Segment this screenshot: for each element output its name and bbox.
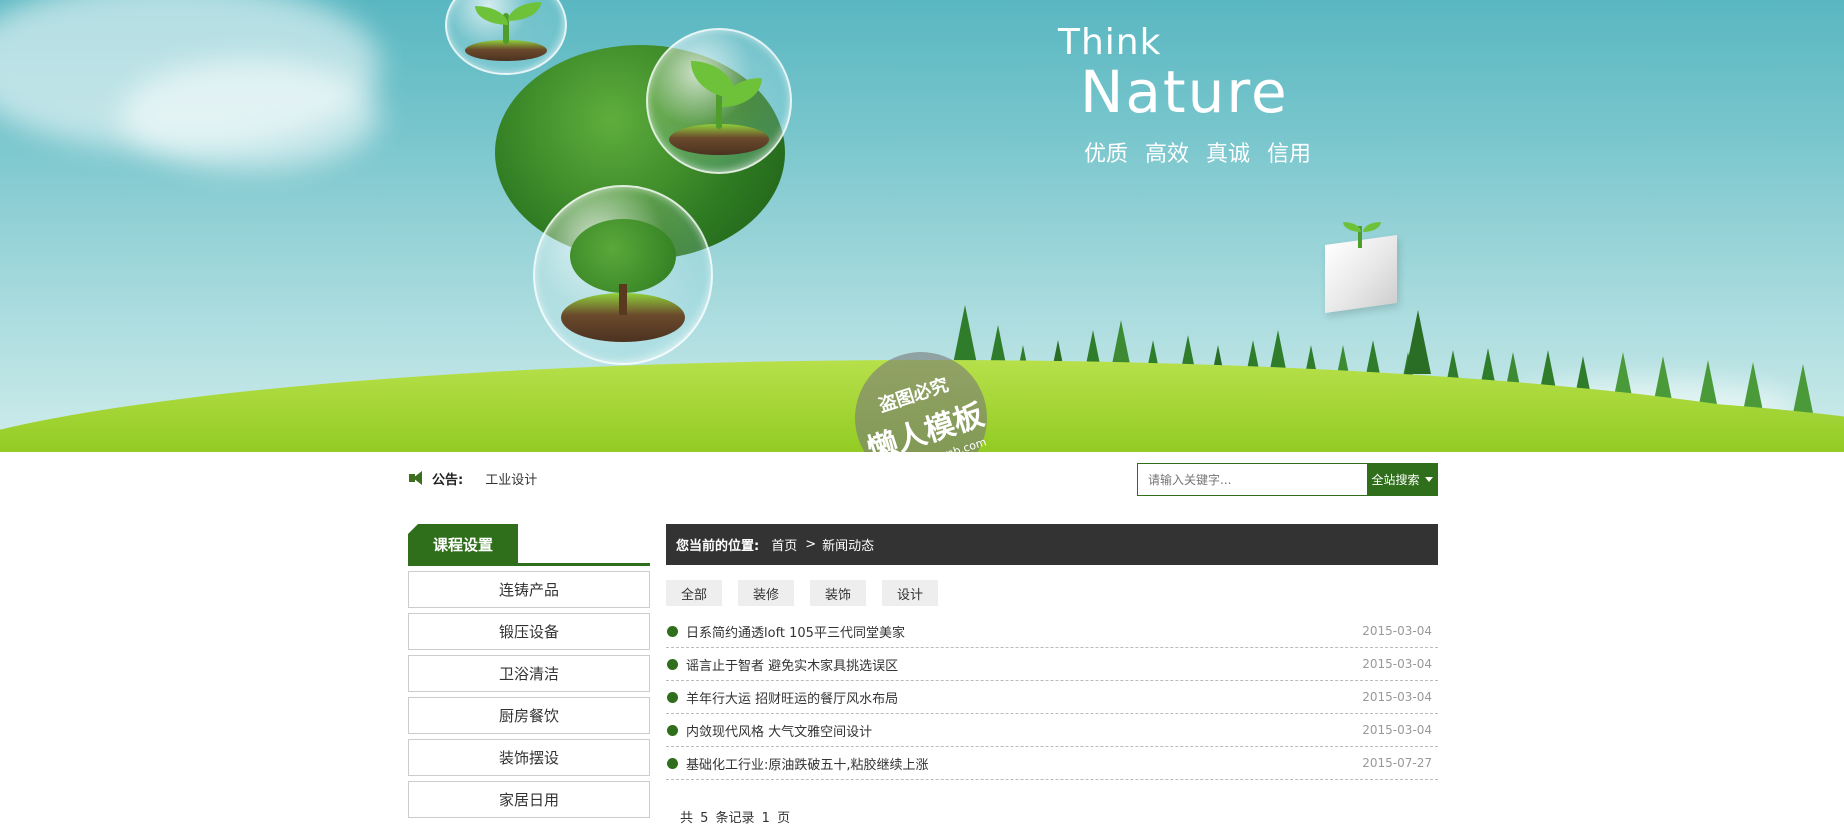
news-title-link[interactable]: 基础化工行业:原油跌破五十,粘胶继续上涨 — [686, 754, 929, 773]
breadcrumb-current[interactable]: 新闻动态 — [822, 535, 874, 554]
news-item: 基础化工行业:原油跌破五十,粘胶继续上涨 2015-07-27 — [666, 747, 1438, 780]
announcement-text[interactable]: 工业设计 — [485, 469, 537, 488]
filter-renovation[interactable]: 装修 — [738, 580, 795, 606]
slogan-values: 优质 高效 真诚 信用 — [1084, 142, 1311, 167]
news-title-link[interactable]: 羊年行大运 招财旺运的餐厅风水布局 — [686, 688, 898, 707]
sidebar: 课程设置 连铸产品 锻压设备 卫浴清洁 厨房餐饮 装饰摆设 家居日用 — [408, 524, 650, 818]
news-list: 日系简约通透loft 105平三代同堂美家 2015-03-04 谣言止于智者 … — [666, 615, 1438, 780]
news-title-link[interactable]: 内敛现代风格 大气文雅空间设计 — [686, 721, 872, 740]
hero-banner: Think Nature 优质 高效 真诚 信用 盗图必究 懒人模板 www.l… — [0, 0, 1844, 452]
watermark-stamp: 盗图必究 懒人模板 www.lanrenmb.com — [837, 334, 1005, 452]
sidebar-item[interactable]: 厨房餐饮 — [408, 697, 650, 734]
slogan-nature: Nature — [1080, 58, 1289, 126]
sidebar-item[interactable]: 锻压设备 — [408, 613, 650, 650]
slogan-think: Think — [1058, 22, 1162, 63]
news-date: 2015-03-04 — [1362, 624, 1432, 638]
sidebar-item[interactable]: 装饰摆设 — [408, 739, 650, 776]
news-item: 日系简约通透loft 105平三代同堂美家 2015-03-04 — [666, 615, 1438, 648]
breadcrumb-label: 您当前的位置: — [676, 539, 760, 554]
cloud-decoration — [120, 60, 380, 170]
sidebar-header: 课程设置 — [408, 524, 650, 566]
breadcrumb-home-link[interactable]: 首页 — [771, 535, 797, 554]
news-title-link[interactable]: 日系简约通透loft 105平三代同堂美家 — [686, 622, 905, 641]
bullet-icon — [667, 625, 678, 637]
news-title-link[interactable]: 谣言止于智者 避免实木家具挑选误区 — [686, 655, 898, 674]
bubble-tree-icon — [533, 185, 713, 365]
filter-design[interactable]: 设计 — [882, 580, 939, 606]
news-item: 内敛现代风格 大气文雅空间设计 2015-03-04 — [666, 714, 1438, 747]
category-filters: 全部 装修 装饰 设计 — [666, 580, 1438, 606]
filter-decoration[interactable]: 装饰 — [810, 580, 867, 606]
bubble-plant-icon — [646, 28, 792, 174]
bullet-icon — [667, 658, 678, 670]
site-search: 全站搜索 — [1137, 463, 1438, 496]
announcement-bar: 公告: 工业设计 — [408, 468, 537, 488]
caret-down-icon — [1424, 477, 1433, 482]
news-item: 谣言止于智者 避免实木家具挑选误区 2015-03-04 — [666, 648, 1438, 681]
news-date: 2015-03-04 — [1362, 657, 1432, 671]
bullet-icon — [667, 691, 678, 703]
bubble-sprout-icon — [445, 0, 567, 75]
speaker-icon — [408, 470, 428, 486]
bullet-icon — [667, 724, 678, 736]
leaf-icon — [1363, 222, 1381, 232]
sidebar-item[interactable]: 家居日用 — [408, 781, 650, 818]
news-date: 2015-03-04 — [1362, 690, 1432, 704]
pine-tree — [1405, 310, 1431, 374]
sidebar-item[interactable]: 连铸产品 — [408, 571, 650, 608]
breadcrumb-separator: > — [805, 537, 817, 552]
pagination-summary: 共 5 条记录 1 页 — [680, 811, 791, 826]
leaf-icon — [1343, 222, 1361, 232]
bullet-icon — [667, 757, 678, 769]
news-date: 2015-07-27 — [1362, 756, 1432, 770]
announcement-label: 公告: — [432, 472, 464, 488]
search-input[interactable] — [1138, 464, 1367, 495]
sidebar-title: 课程设置 — [408, 524, 518, 564]
news-item: 羊年行大运 招财旺运的餐厅风水布局 2015-03-04 — [666, 681, 1438, 714]
main-content: 您当前的位置: 首页 > 新闻动态 全部 装修 装饰 设计 日系简约通透loft… — [666, 524, 1438, 826]
news-date: 2015-03-04 — [1362, 723, 1432, 737]
filter-all[interactable]: 全部 — [666, 580, 723, 606]
sidebar-menu: 连铸产品 锻压设备 卫浴清洁 厨房餐饮 装饰摆设 家居日用 — [408, 571, 650, 818]
site-search-button[interactable]: 全站搜索 — [1367, 464, 1437, 495]
search-button-label: 全站搜索 — [1371, 473, 1420, 487]
breadcrumb: 您当前的位置: 首页 > 新闻动态 — [666, 524, 1438, 565]
sidebar-item[interactable]: 卫浴清洁 — [408, 655, 650, 692]
